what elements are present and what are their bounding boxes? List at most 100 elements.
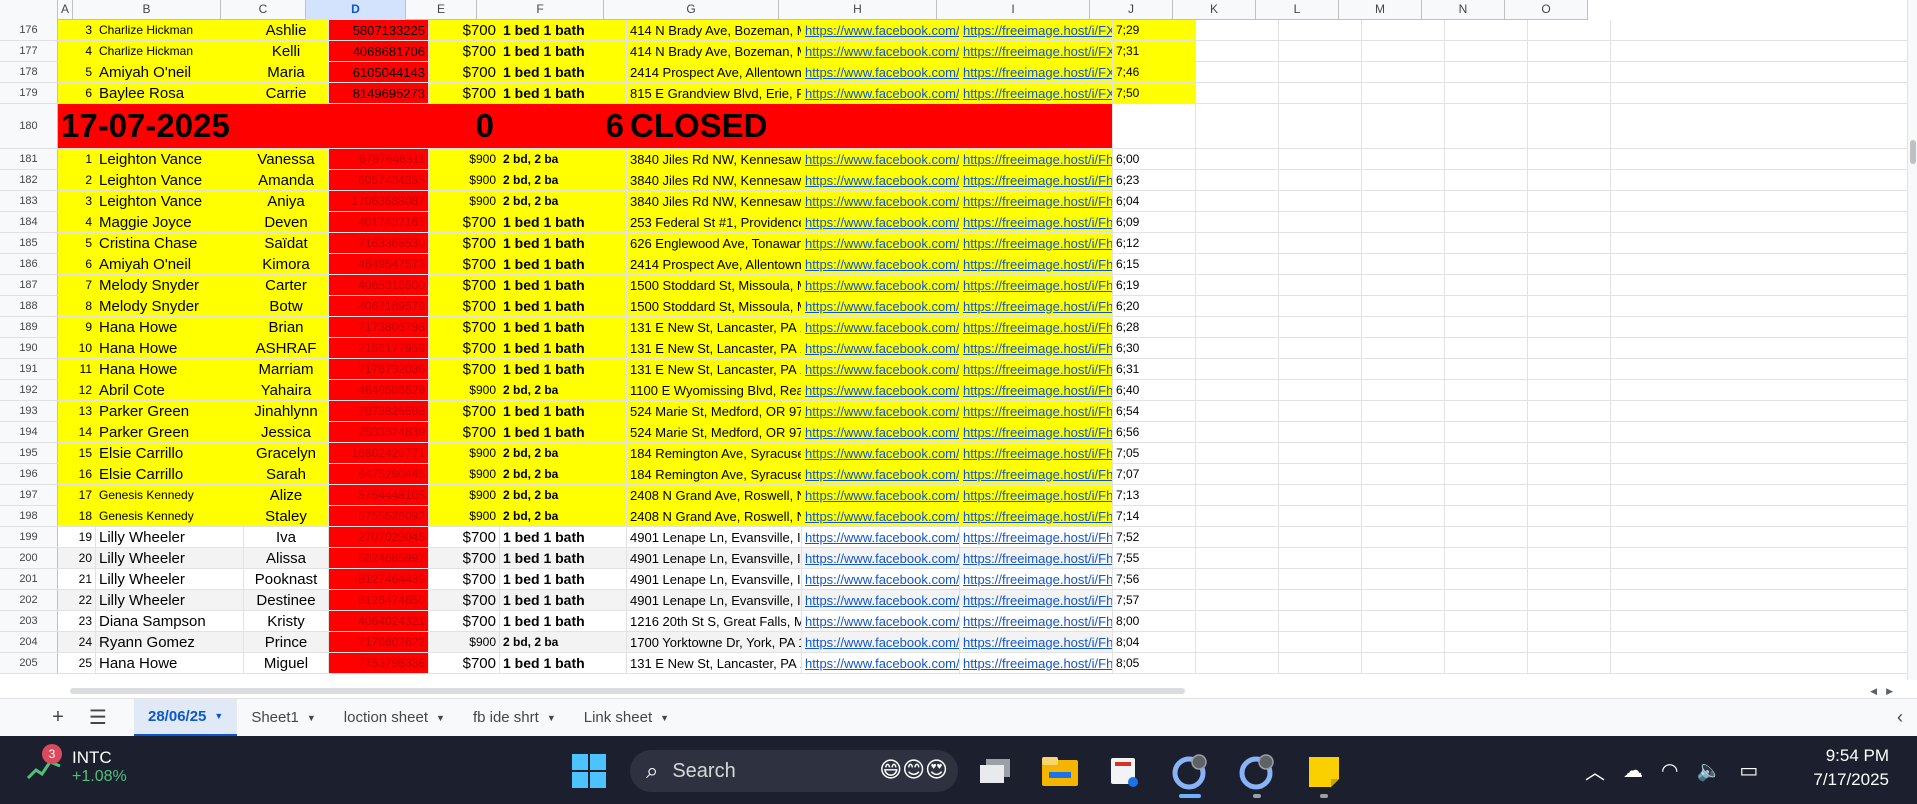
cell-rent[interactable]: $700 — [429, 590, 500, 610]
cell-address[interactable]: 4901 Lenape Ln, Evansville, IN 4 — [627, 548, 802, 568]
cell-client[interactable]: Kelli — [244, 41, 329, 61]
cell-facebook-link[interactable]: https://www.facebook.com/s — [802, 20, 960, 40]
row-number[interactable]: 204 — [0, 632, 58, 652]
cell-name[interactable]: Parker Green — [96, 401, 244, 421]
cell-index[interactable]: 14 — [58, 422, 96, 442]
cell-rooms[interactable]: 1 bed 1 bath — [500, 275, 627, 295]
cell-empty[interactable] — [1279, 506, 1362, 526]
cell-facebook-link[interactable]: https://www.facebook.com/share — [802, 380, 960, 400]
cell-facebook-link[interactable]: https://www.facebook.com/s — [802, 41, 960, 61]
cell-time[interactable]: 7;07 — [1113, 464, 1196, 484]
cell-facebook-link[interactable]: https://www.facebook.com/share — [802, 338, 960, 358]
cell-time[interactable]: 7;50 — [1113, 83, 1196, 103]
cell-time[interactable]: 7;14 — [1113, 506, 1196, 526]
cell-empty[interactable] — [1279, 149, 1362, 169]
task-view-button[interactable] — [975, 752, 1015, 792]
cell-rooms[interactable]: 2 bd, 2 ba — [500, 443, 627, 463]
cell-phone[interactable]: 2707029045 — [329, 527, 429, 547]
cell-rent[interactable]: $700 — [429, 653, 500, 673]
cell-client[interactable]: Kristy — [244, 611, 329, 631]
cell-facebook-link[interactable]: https://www.facebook.com/share — [802, 254, 960, 274]
cell-rent[interactable]: $700 — [429, 83, 500, 103]
cell-empty[interactable] — [1528, 380, 1611, 400]
cell-address[interactable]: 1700 Yorktowne Dr, York, PA 17 — [627, 632, 802, 652]
cell-name[interactable]: Lilly Wheeler — [96, 527, 244, 547]
cell-address[interactable]: 524 Marie St, Medford, OR 9750 — [627, 401, 802, 421]
cell-name[interactable]: Lilly Wheeler — [96, 590, 244, 610]
cell-empty[interactable] — [1528, 359, 1611, 379]
cell-time[interactable]: 7;46 — [1113, 62, 1196, 82]
row-number[interactable]: 176 — [0, 20, 58, 40]
cell-empty[interactable] — [1528, 233, 1611, 253]
cell-rent[interactable]: $700 — [429, 254, 500, 274]
cell-empty[interactable] — [1196, 548, 1279, 568]
sheet-tab[interactable]: Sheet1 ▼ — [237, 699, 329, 737]
cell-index[interactable]: 5 — [58, 233, 96, 253]
cell-empty[interactable] — [1362, 443, 1445, 463]
cell-index[interactable]: 4 — [58, 212, 96, 232]
cell-rent[interactable]: $900 — [429, 443, 500, 463]
cell-index[interactable]: 23 — [58, 611, 96, 631]
cell-empty[interactable] — [1279, 632, 1362, 652]
cell-name[interactable]: Genesis Kennedy — [96, 485, 244, 505]
cell-empty[interactable] — [1445, 41, 1528, 61]
row-number[interactable]: 189 — [0, 317, 58, 337]
cell-empty[interactable] — [1279, 317, 1362, 337]
row-number[interactable]: 201 — [0, 569, 58, 589]
cell-address[interactable]: 524 Marie St, Medford, OR 9750 — [627, 422, 802, 442]
cell-rent[interactable]: $700 — [429, 359, 500, 379]
cell-empty[interactable] — [1362, 359, 1445, 379]
cell-facebook-link[interactable]: https://www.facebook.com/share — [802, 275, 960, 295]
cell-empty[interactable] — [1528, 527, 1611, 547]
cell-image-link[interactable]: https://freeimage.host/i/Fh21g — [960, 401, 1113, 421]
cell-empty[interactable] — [1279, 20, 1362, 40]
cell-rent[interactable]: $700 — [429, 20, 500, 40]
cell-time[interactable]: 6;15 — [1113, 254, 1196, 274]
cell-rooms[interactable]: 1 bed 1 bath — [500, 653, 627, 673]
cell-client[interactable]: Brian — [244, 317, 329, 337]
cell-address[interactable]: 131 E New St, Lancaster, PA 17 — [627, 317, 802, 337]
cell-empty[interactable] — [1279, 422, 1362, 442]
cell-address[interactable]: 3840 Jiles Rd NW, Kennesaw, G — [627, 149, 802, 169]
cell-address[interactable]: 2414 Prospect Ave, Allentown, F — [627, 62, 802, 82]
cell-empty[interactable] — [1528, 170, 1611, 190]
cell-empty[interactable] — [1279, 464, 1362, 484]
cell-facebook-link[interactable]: https://www.facebook.com/share — [802, 527, 960, 547]
cell-rooms[interactable]: 1 bed 1 bath — [500, 527, 627, 547]
cell-image-link[interactable]: https://freeimage.host/i/Fh3uM — [960, 485, 1113, 505]
cell-empty[interactable] — [1528, 422, 1611, 442]
cell-empty[interactable] — [1362, 170, 1445, 190]
cell-empty[interactable] — [1445, 422, 1528, 442]
cell-rent[interactable]: $700 — [429, 317, 500, 337]
cell-client[interactable]: Marriam — [244, 359, 329, 379]
banner-count[interactable]: 6 — [500, 104, 627, 148]
cell-index[interactable]: 7 — [58, 275, 96, 295]
cell-rent[interactable]: $700 — [429, 41, 500, 61]
cell-empty[interactable] — [1445, 62, 1528, 82]
row-number[interactable]: 187 — [0, 275, 58, 295]
cell-index[interactable]: 17 — [58, 485, 96, 505]
cell-client[interactable]: Prince — [244, 632, 329, 652]
cell-name[interactable]: Charlize Hickman — [96, 41, 244, 61]
cell-image-link[interactable]: https://freeimage.host/i/FhduJ — [960, 317, 1113, 337]
cell-empty[interactable] — [1528, 191, 1611, 211]
cell-empty[interactable] — [1196, 380, 1279, 400]
row-number[interactable]: 199 — [0, 527, 58, 547]
cell-empty[interactable] — [1279, 359, 1362, 379]
cell-index[interactable]: 20 — [58, 548, 96, 568]
cell-empty[interactable] — [1445, 83, 1528, 103]
cell-empty[interactable] — [1528, 41, 1611, 61]
column-header-m[interactable]: M — [1339, 0, 1422, 20]
cell-address[interactable]: 815 E Grandview Blvd, Erie, PA — [627, 83, 802, 103]
cell-name[interactable]: Ryann Gomez — [96, 632, 244, 652]
row-number[interactable]: 190 — [0, 338, 58, 358]
cell-empty[interactable] — [1362, 233, 1445, 253]
cell-rooms[interactable]: 1 bed 1 bath — [500, 296, 627, 316]
cell-phone[interactable]: 2533324839 — [329, 422, 429, 442]
cell-name[interactable]: Leighton Vance — [96, 149, 244, 169]
cell-image-link[interactable]: https://freeimage.host/i/Fh3J02 — [960, 464, 1113, 484]
cell-image-link[interactable]: https://freeimage.host/i/Fh3YLF — [960, 506, 1113, 526]
cell-name[interactable]: Genesis Kennedy — [96, 506, 244, 526]
cell-rent[interactable]: $700 — [429, 275, 500, 295]
cell-time[interactable]: 6;54 — [1113, 401, 1196, 421]
